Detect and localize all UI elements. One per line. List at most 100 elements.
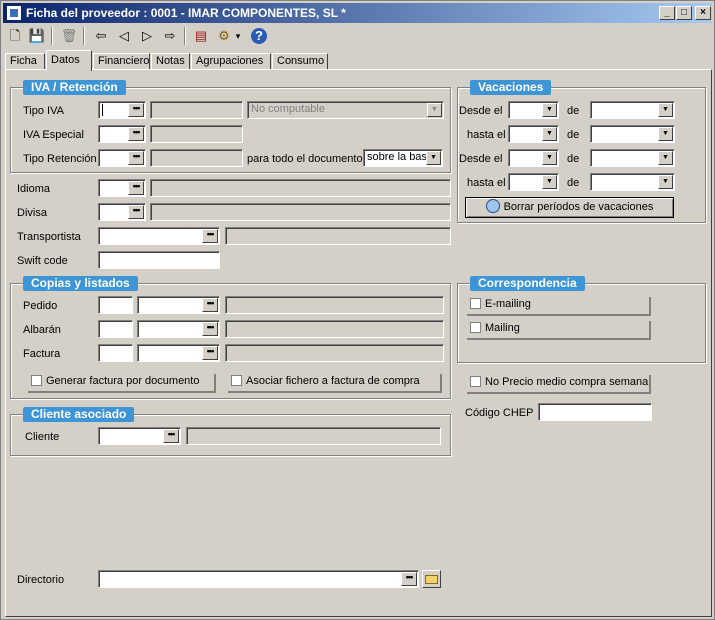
transportista-label: Transportista (17, 231, 81, 243)
transportista-lookup-button[interactable]: ••• (202, 229, 218, 243)
chevron-down-icon[interactable]: ▼ (658, 103, 673, 117)
factura-description (225, 344, 444, 362)
chevron-down-icon[interactable]: ▼ (542, 127, 557, 141)
tipo-iva-input[interactable]: ••• (98, 101, 146, 119)
codigo-chep-input[interactable] (538, 403, 652, 421)
tab-notas[interactable]: Notas (151, 53, 190, 70)
window-title: Ficha del proveedor : 0001 - IMAR COMPON… (26, 6, 346, 20)
tools-dropdown-arrow-icon[interactable]: ▾ (232, 26, 244, 46)
hasta-dia-select[interactable]: ▼ (508, 125, 559, 143)
tab-ficha[interactable]: Ficha (5, 53, 45, 70)
close-button[interactable]: × (695, 6, 711, 20)
de-label: de (567, 153, 580, 165)
new-document-icon[interactable]: 🗋 (5, 26, 25, 46)
no-precio-medio-checkbox[interactable]: No Precio medio compra semana (467, 375, 651, 394)
de-label: de (567, 105, 580, 117)
chevron-down-icon[interactable]: ▼ (542, 151, 557, 165)
toolbar-separator (51, 27, 53, 45)
chevron-down-icon[interactable]: ▼ (658, 151, 673, 165)
chevron-down-icon[interactable]: ▼ (426, 151, 441, 165)
tipo-retencion-input[interactable]: ••• (98, 149, 146, 167)
factura-format-input[interactable]: ••• (137, 344, 220, 362)
tab-consumo[interactable]: Consumo (272, 53, 328, 70)
cliente-lookup-button[interactable]: ••• (163, 429, 179, 443)
iva-especial-input[interactable]: ••• (98, 125, 146, 143)
chevron-down-icon[interactable]: ▼ (658, 127, 673, 141)
tab-agrupaciones[interactable]: Agrupaciones (191, 53, 271, 70)
toolbar-separator (83, 27, 85, 45)
divisa-lookup-button[interactable]: ••• (128, 205, 144, 219)
pedido-lookup-button[interactable]: ••• (202, 298, 218, 312)
pedido-copies-input[interactable] (98, 296, 133, 314)
checkbox-box[interactable] (470, 376, 481, 387)
delete-icon[interactable]: 🗑 (59, 26, 79, 46)
tools-icon[interactable]: ⚙ (214, 26, 234, 46)
sobre-base-select[interactable]: sobre la base ▼ (363, 149, 443, 167)
chevron-down-icon[interactable]: ▼ (658, 175, 673, 189)
desde-label: Desde el (459, 105, 503, 117)
tipo-retencion-lookup-button[interactable]: ••• (128, 151, 144, 165)
asociar-fichero-checkbox[interactable]: Asociar fichero a factura de compra (228, 374, 442, 393)
hasta-mes-select[interactable]: ▼ (590, 125, 675, 143)
no-computable-select[interactable]: No computable ▼ (247, 101, 444, 119)
idioma-lookup-button[interactable]: ••• (128, 181, 144, 195)
swift-code-input[interactable] (98, 251, 220, 269)
idioma-input[interactable]: ••• (98, 179, 146, 197)
cliente-input[interactable]: ••• (98, 427, 181, 445)
open-folder-button[interactable] (422, 570, 441, 588)
mailing-checkbox[interactable]: Mailing (467, 321, 651, 340)
albaran-description (225, 320, 444, 338)
save-icon[interactable]: 💾 (27, 26, 47, 46)
no-computable-value: No computable (251, 103, 325, 115)
factura-copies-input[interactable] (98, 344, 133, 362)
tipo-iva-lookup-button[interactable]: ••• (128, 103, 144, 117)
pedido-format-input[interactable]: ••• (137, 296, 220, 314)
factura-label: Factura (23, 348, 61, 360)
albaran-copies-input[interactable] (98, 320, 133, 338)
tab-datos[interactable]: Datos (46, 50, 92, 71)
divisa-input[interactable]: ••• (98, 203, 146, 221)
hasta-mes-select-2[interactable]: ▼ (590, 173, 675, 191)
previous-record-icon[interactable]: ◁ (114, 26, 134, 46)
sobre-base-value: sobre la base (367, 151, 434, 163)
directorio-lookup-button[interactable]: ••• (401, 572, 417, 586)
factura-lookup-button[interactable]: ••• (202, 346, 218, 360)
title-bar: Ficha del proveedor : 0001 - IMAR COMPON… (3, 3, 712, 23)
checkbox-box[interactable] (231, 375, 242, 386)
desde-mes-select-2[interactable]: ▼ (590, 149, 675, 167)
desde-dia-select[interactable]: ▼ (508, 101, 559, 119)
iva-retencion-title: IVA / Retención (23, 80, 126, 95)
next-record-icon[interactable]: ▷ (137, 26, 157, 46)
hasta-dia-select-2[interactable]: ▼ (508, 173, 559, 191)
generar-factura-checkbox[interactable]: Generar factura por documento (28, 374, 216, 393)
emailing-checkbox[interactable]: E-mailing (467, 297, 651, 316)
generar-factura-label: Generar factura por documento (46, 375, 200, 387)
cliente-asociado-title: Cliente asociado (23, 407, 135, 422)
albaran-format-input[interactable]: ••• (137, 320, 220, 338)
mailing-label: Mailing (485, 322, 520, 334)
help-icon[interactable]: ? (251, 28, 267, 44)
first-record-icon[interactable]: ⇦ (91, 26, 111, 46)
directorio-input[interactable]: ••• (98, 570, 419, 588)
minimize-button[interactable]: _ (659, 6, 675, 20)
last-record-icon[interactable]: ⇨ (160, 26, 180, 46)
transportista-input[interactable]: ••• (98, 227, 220, 245)
albaran-label: Albarán (23, 324, 61, 336)
checkbox-box[interactable] (470, 298, 481, 309)
cliente-label: Cliente (25, 431, 60, 443)
checkbox-box[interactable] (470, 322, 481, 333)
chevron-down-icon[interactable]: ▼ (542, 175, 557, 189)
checkbox-box[interactable] (31, 375, 42, 386)
maximize-button[interactable]: □ (676, 6, 692, 20)
desde-mes-select[interactable]: ▼ (590, 101, 675, 119)
chevron-down-icon[interactable]: ▼ (427, 103, 442, 117)
tab-financiero[interactable]: Financiero (93, 53, 150, 70)
albaran-lookup-button[interactable]: ••• (202, 322, 218, 336)
tipo-iva-label: Tipo IVA (23, 105, 64, 117)
report-icon[interactable]: ▤ (191, 26, 211, 46)
iva-especial-lookup-button[interactable]: ••• (128, 127, 144, 141)
para-todo-documento-label: para todo el documento (247, 153, 363, 165)
borrar-vacaciones-button[interactable]: Borrar períodos de vacaciones (465, 197, 674, 218)
desde-dia-select-2[interactable]: ▼ (508, 149, 559, 167)
chevron-down-icon[interactable]: ▼ (542, 103, 557, 117)
